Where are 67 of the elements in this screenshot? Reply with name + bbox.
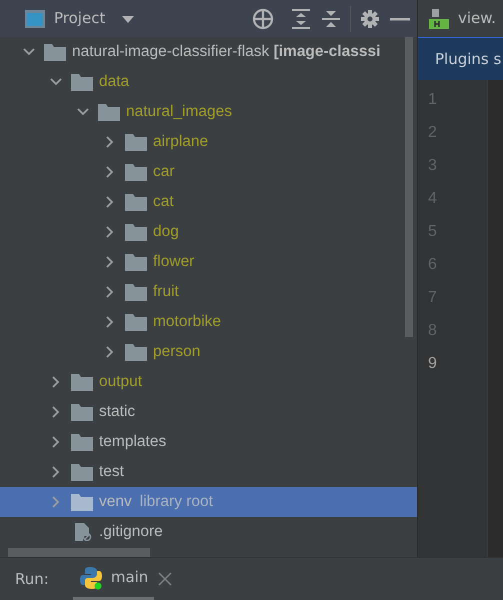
tree-row[interactable]: natural-image-classifier-flask [image-classsi [0,37,417,67]
folder-icon [125,193,147,211]
html-file-icon [428,8,450,30]
folder-icon [98,103,120,121]
horizontal-scrollbar[interactable] [8,548,150,557]
folder-icon [71,73,93,91]
folder-icon [71,433,93,451]
folder-icon [71,463,93,481]
folder-icon [125,313,147,331]
folder-name: airplane [153,132,208,152]
tree-row[interactable]: static [0,397,417,427]
line-number: 9 [427,354,438,374]
folder-icon [125,163,147,181]
folder-name: person [153,342,200,362]
close-icon[interactable] [158,572,172,586]
folder-name: fruit [153,282,179,302]
folder-name: test [99,462,124,482]
panel-title[interactable]: Project [54,7,106,30]
tree-row[interactable]: data [0,67,417,97]
tree-row[interactable]: test [0,457,417,487]
folder-icon [44,43,66,61]
folder-name: natural-image-classifier-flask [image-classsi [72,42,380,62]
folder-icon [71,493,93,511]
folder-icon [71,403,93,421]
folder-annotation: library root [140,492,213,512]
window-icon [24,8,46,30]
folder-name: cat [153,192,174,212]
folder-icon [71,373,93,391]
run-label: Run: [15,568,49,590]
plugin-banner-text: Plugins s [435,48,502,70]
tree-row[interactable]: dog [0,217,417,247]
folder-name: output [99,372,142,392]
tree-row[interactable]: natural_images [0,97,417,127]
folder-icon [125,283,147,301]
tree-row[interactable]: car [0,157,417,187]
tree-row[interactable]: templates [0,427,417,457]
folder-name: data [99,72,130,92]
folder-icon [125,253,147,271]
folder-icon [125,223,147,241]
tree-row[interactable]: .gitignore [0,517,417,547]
tree-row[interactable]: venv library root [0,487,417,517]
crosshair-icon[interactable] [252,8,274,30]
settings-icon[interactable] [359,8,381,30]
tree-row[interactable]: output [0,367,417,397]
tree-row[interactable]: fruit [0,277,417,307]
python-icon [78,566,103,590]
folder-name: static [99,402,136,422]
expand-all-icon[interactable] [290,8,312,30]
tree-row[interactable]: airplane [0,127,417,157]
run-tab[interactable]: main [72,558,154,600]
vertical-scrollbar[interactable] [405,37,413,337]
folder-name: dog [153,222,179,242]
dropdown-icon[interactable] [121,14,136,24]
tree-row[interactable]: flower [0,247,417,277]
folder-icon [125,133,147,151]
folder-name: motorbike [153,312,222,332]
tree-row[interactable]: person [0,337,417,367]
folder-name: templates [99,432,166,452]
file-name: .gitignore [99,522,163,542]
editor-tab[interactable]: view. [418,0,503,37]
folder-icon [125,343,147,361]
folder-name: car [153,162,175,182]
folder-name: natural_images [126,102,232,122]
folder-name: flower [153,252,194,272]
folder-name: venv [99,492,132,512]
tree-row[interactable]: cat [0,187,417,217]
tree-row[interactable]: motorbike [0,307,417,337]
